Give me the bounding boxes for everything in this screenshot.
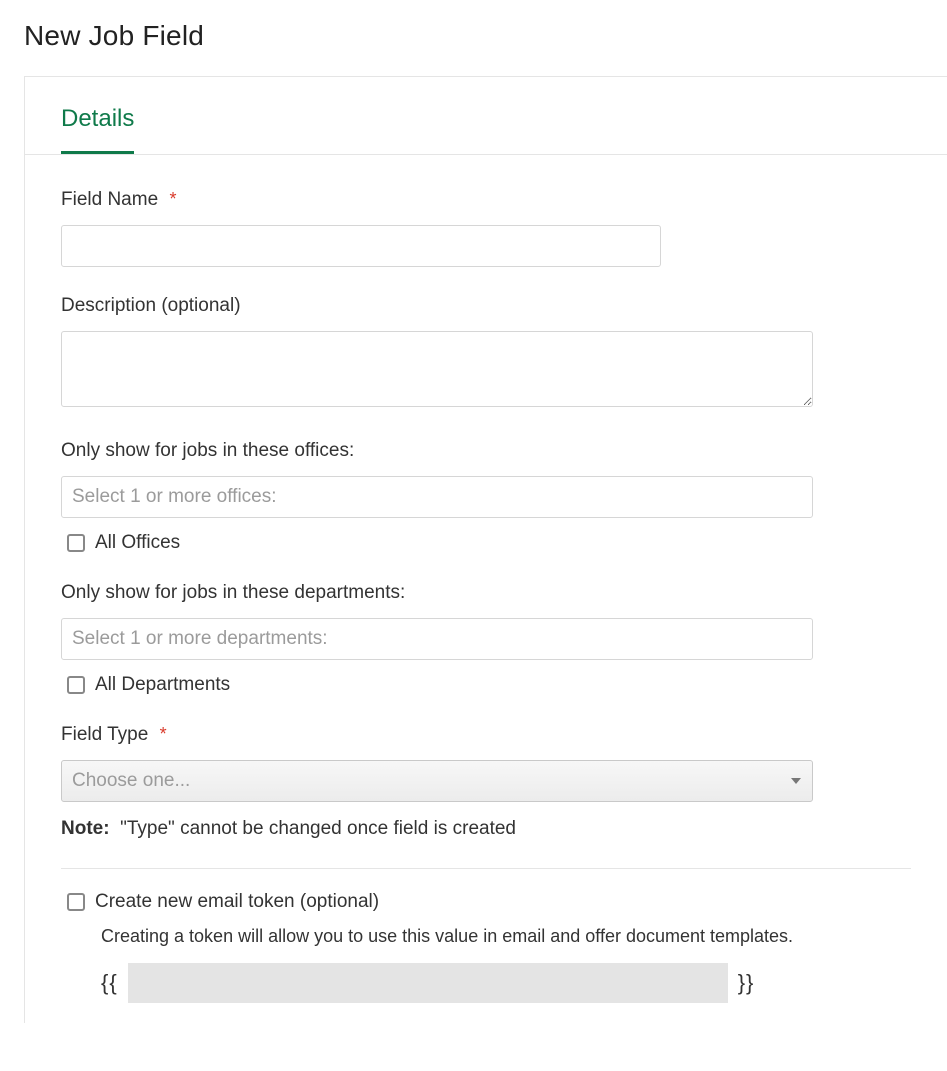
- email-token-help: Creating a token will allow you to use t…: [101, 923, 801, 949]
- email-token-row: Create new email token (optional): [67, 891, 911, 913]
- all-offices-row: All Offices: [61, 532, 911, 554]
- tab-bar: Details: [25, 77, 947, 155]
- page-title: New Job Field: [24, 20, 947, 52]
- departments-placeholder: Select 1 or more departments:: [72, 628, 328, 650]
- all-departments-row: All Departments: [61, 674, 911, 696]
- all-offices-label: All Offices: [95, 532, 180, 554]
- token-close-brace: }}: [738, 970, 755, 996]
- departments-block: Only show for jobs in these departments:…: [61, 582, 911, 696]
- all-departments-checkbox[interactable]: [67, 676, 85, 694]
- field-name-input[interactable]: [61, 225, 661, 267]
- note-prefix: Note:: [61, 818, 110, 839]
- description-block: Description (optional): [61, 295, 911, 412]
- offices-label: Only show for jobs in these offices:: [61, 440, 911, 462]
- description-label: Description (optional): [61, 295, 911, 317]
- all-departments-label: All Departments: [95, 674, 230, 696]
- email-token-input-row: {{ }}: [101, 963, 911, 1003]
- offices-placeholder: Select 1 or more offices:: [72, 486, 277, 508]
- email-token-label: Create new email token (optional): [95, 891, 379, 913]
- departments-label: Only show for jobs in these departments:: [61, 582, 911, 604]
- required-star-icon: *: [169, 189, 176, 209]
- form-body: Field Name * Description (optional) Only…: [25, 155, 947, 1023]
- tab-details[interactable]: Details: [61, 105, 134, 154]
- all-offices-checkbox[interactable]: [67, 534, 85, 552]
- departments-multiselect[interactable]: Select 1 or more departments:: [61, 618, 813, 660]
- email-token-checkbox[interactable]: [67, 893, 85, 911]
- field-type-block: Field Type * Choose one... Note: "Type" …: [61, 724, 911, 840]
- description-textarea[interactable]: [61, 331, 813, 407]
- offices-block: Only show for jobs in these offices: Sel…: [61, 440, 911, 554]
- field-name-label: Field Name *: [61, 189, 911, 211]
- field-name-block: Field Name *: [61, 189, 911, 267]
- field-type-select-wrap: Choose one...: [61, 760, 813, 802]
- note-text: "Type" cannot be changed once field is c…: [120, 818, 516, 839]
- email-token-input[interactable]: [128, 963, 728, 1003]
- required-star-icon: *: [160, 724, 167, 744]
- token-open-brace: {{: [101, 970, 118, 996]
- details-panel: Details Field Name * Description (option…: [24, 76, 947, 1023]
- field-type-placeholder: Choose one...: [72, 770, 190, 792]
- field-name-label-text: Field Name: [61, 189, 158, 210]
- type-note: Note: "Type" cannot be changed once fiel…: [61, 818, 911, 840]
- offices-multiselect[interactable]: Select 1 or more offices:: [61, 476, 813, 518]
- separator: [61, 868, 911, 869]
- email-token-block: Create new email token (optional) Creati…: [61, 891, 911, 1003]
- field-type-select[interactable]: Choose one...: [61, 760, 813, 802]
- field-type-label: Field Type *: [61, 724, 911, 746]
- field-type-label-text: Field Type: [61, 724, 148, 745]
